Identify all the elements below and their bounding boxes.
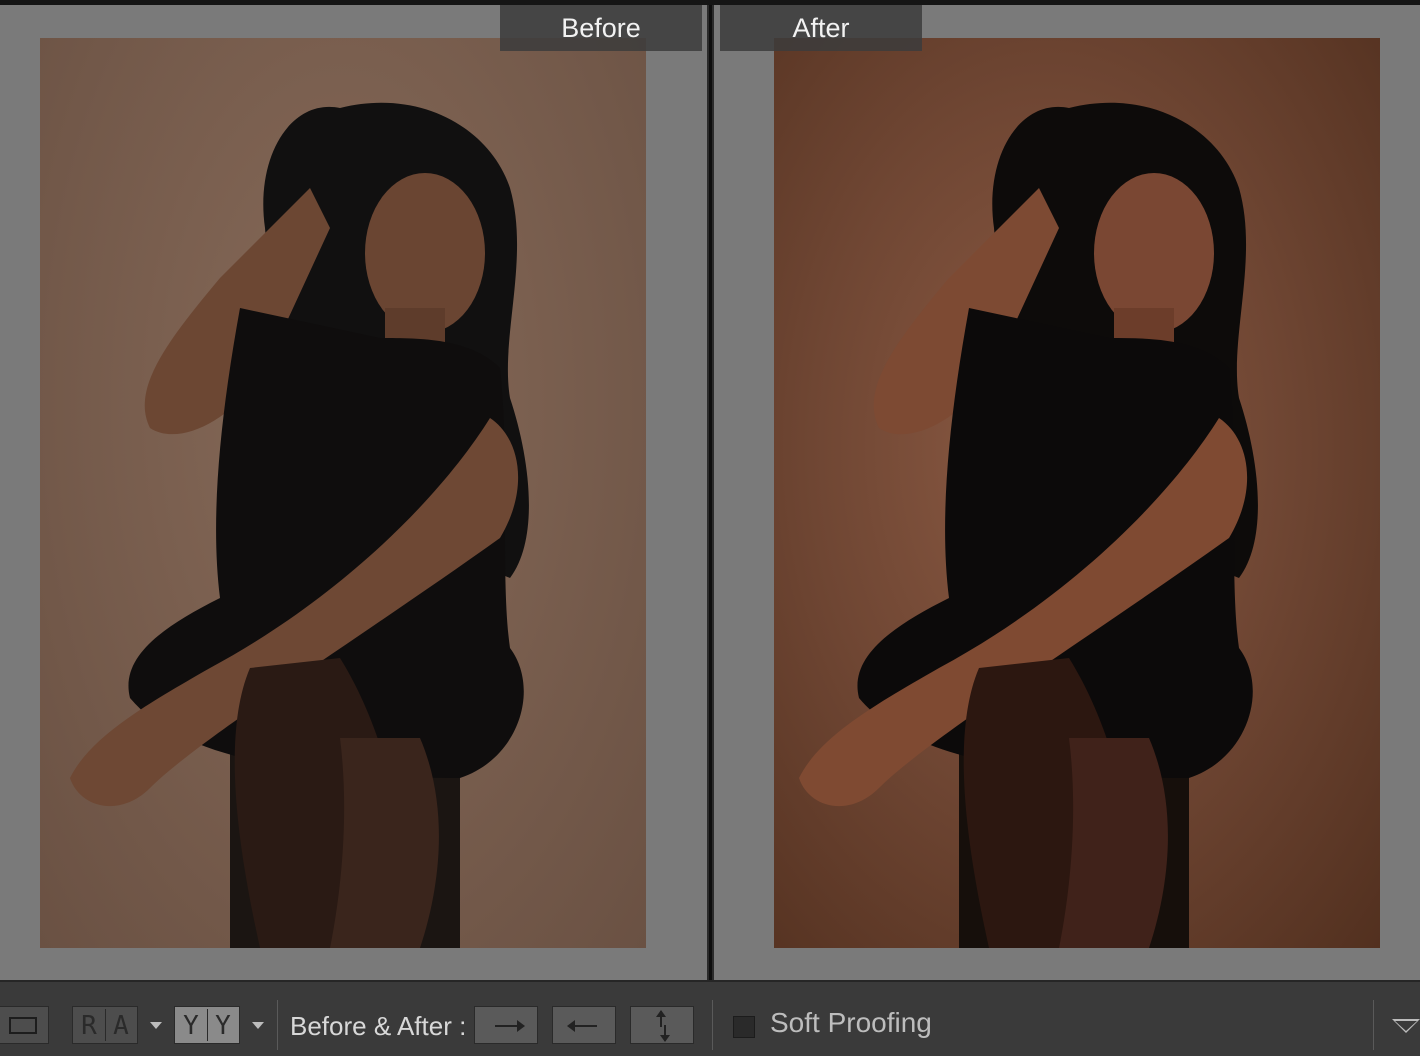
before-portrait-illustration xyxy=(70,102,529,948)
soft-proofing-checkbox[interactable] xyxy=(733,1016,755,1038)
swap-vertical-icon xyxy=(656,1010,670,1042)
copy-after-to-before-button[interactable] xyxy=(552,1006,616,1044)
leg-back xyxy=(1059,738,1168,948)
soft-proofing-label[interactable]: Soft Proofing xyxy=(770,1007,932,1039)
before-photo[interactable] xyxy=(40,38,646,948)
ra-letter-a: A xyxy=(113,1011,129,1041)
toolbar-menu-triangle-icon[interactable] xyxy=(1392,1019,1420,1033)
before-after-label: Before & After : xyxy=(290,1011,467,1041)
toolbar-separator xyxy=(1373,1000,1374,1050)
arrow-left-icon xyxy=(567,1020,597,1032)
ra-letter-r: R xyxy=(81,1011,97,1041)
before-after-split-button[interactable]: Y Y xyxy=(174,1006,240,1044)
pane-divider xyxy=(707,5,714,980)
after-portrait-illustration xyxy=(799,102,1258,948)
lightroom-compare-view: Before After R A Y Y Before & After : So… xyxy=(0,0,1420,1056)
loupe-view-button[interactable] xyxy=(0,1006,49,1044)
yy-letter-1: Y xyxy=(183,1011,199,1041)
after-label: After xyxy=(720,5,922,51)
yy-letter-2: Y xyxy=(215,1011,231,1041)
before-label: Before xyxy=(500,5,702,51)
swap-before-after-button[interactable] xyxy=(630,1006,694,1044)
toolbar-separator xyxy=(712,1000,713,1050)
loupe-view-icon xyxy=(9,1017,37,1034)
ra-dropdown-caret-icon[interactable] xyxy=(150,1022,162,1029)
leg-back xyxy=(330,738,439,948)
arrow-right-icon xyxy=(495,1020,525,1032)
yy-dropdown-caret-icon[interactable] xyxy=(252,1022,264,1029)
after-photo[interactable] xyxy=(774,38,1380,948)
toolbar-separator xyxy=(277,1000,278,1050)
before-after-left-right-button[interactable]: R A xyxy=(72,1006,138,1044)
copy-before-to-after-button[interactable] xyxy=(474,1006,538,1044)
bottom-toolbar: R A Y Y Before & After : Soft Proofing xyxy=(0,980,1420,1056)
